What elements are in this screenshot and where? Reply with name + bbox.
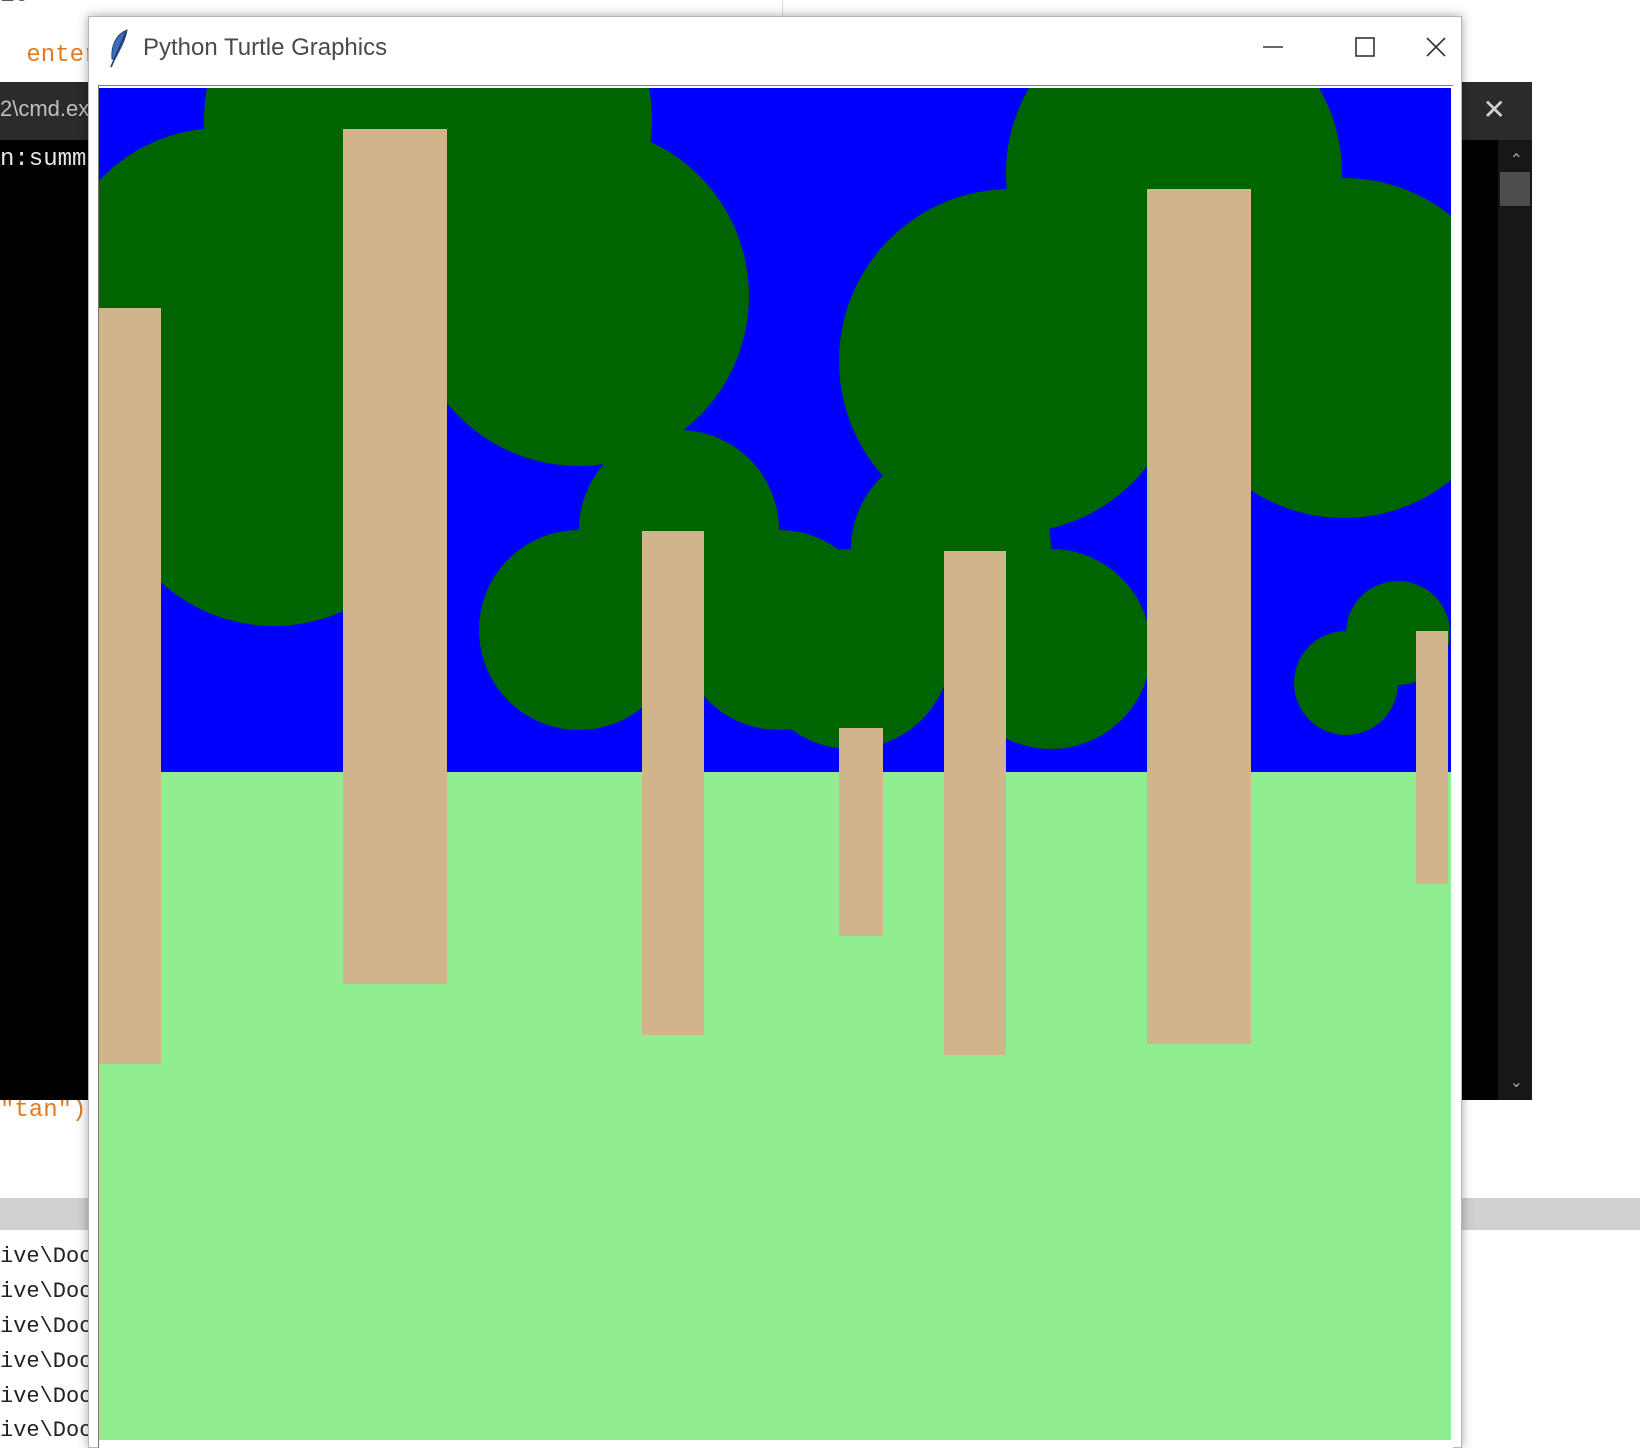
output-line: ive\Doc: [0, 1418, 93, 1443]
tree-foliage: [1294, 631, 1398, 735]
tree-trunk: [99, 308, 161, 1064]
close-button[interactable]: [1411, 17, 1461, 77]
tree-foliage: [751, 549, 951, 749]
tree-trunk: [343, 129, 447, 984]
code-line-enter: enter: [12, 42, 99, 69]
tree-trunk: [1147, 189, 1251, 1044]
cmd-title: 2\cmd.ex: [0, 96, 90, 121]
output-line: ive\Doc: [0, 1384, 93, 1409]
code-line-number: 10: [0, 0, 29, 9]
tree-trunk: [839, 728, 883, 936]
minimize-icon: [1263, 46, 1283, 48]
output-line: ive\Doc: [0, 1349, 93, 1374]
turtle-window: Python Turtle Graphics: [88, 16, 1462, 1448]
output-line: ive\Doc: [0, 1279, 93, 1304]
turtle-canvas[interactable]: [99, 88, 1451, 1440]
chevron-up-icon[interactable]: ⌃: [1510, 150, 1523, 170]
feather-icon: [110, 29, 128, 68]
maximize-icon: [1355, 37, 1375, 57]
minimize-button[interactable]: [1227, 17, 1319, 77]
output-line: ive\Doc: [0, 1314, 93, 1339]
tree-trunk: [1416, 631, 1448, 884]
turtle-titlebar[interactable]: Python Turtle Graphics: [89, 17, 1461, 83]
cmd-scrollbar[interactable]: [1498, 140, 1532, 1100]
close-icon[interactable]: ✕: [1483, 96, 1506, 124]
cmd-output-line: n:summe: [0, 146, 101, 173]
tree-trunk: [642, 531, 704, 1035]
editor-divider: [782, 0, 783, 16]
scrollbar-thumb[interactable]: [1500, 172, 1530, 206]
output-line: ive\Doc: [0, 1244, 93, 1269]
tree-foliage: [409, 126, 749, 466]
close-icon: [1426, 37, 1446, 57]
chevron-down-icon[interactable]: ⌄: [1510, 1072, 1523, 1092]
maximize-button[interactable]: [1319, 17, 1411, 77]
window-title: Python Turtle Graphics: [143, 34, 388, 61]
tree-trunk: [944, 551, 1006, 1055]
code-line-tan: "tan"): [0, 1097, 87, 1124]
